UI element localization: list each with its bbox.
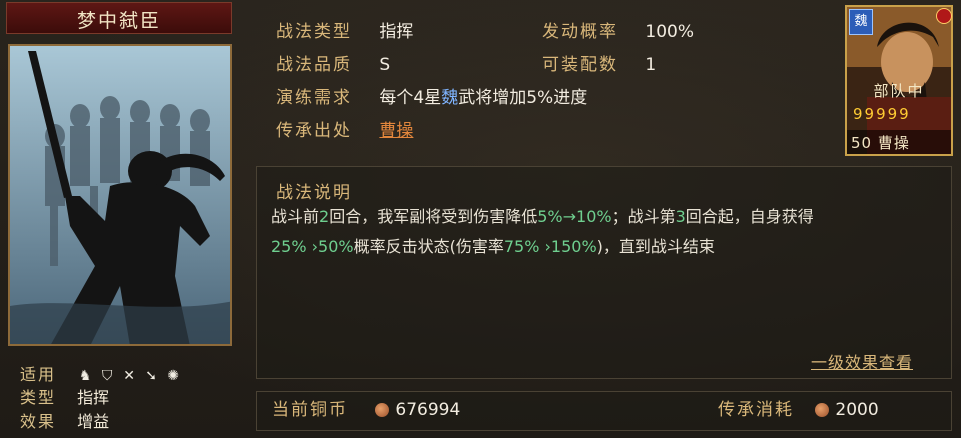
skill-name: 梦中弑臣 [76,10,161,32]
desc-text: 战斗前 [271,207,320,226]
troop-type-icons: ♞ ⛉ ✕ ➘ ✺ [77,368,181,384]
equip-count-value: 1 [645,55,657,75]
desc-text: ；战斗第 [611,207,676,226]
general-level-name: 50 曹操 [851,134,910,152]
desc-text: 回合起，自身获得 [685,207,814,226]
type-label: 类型 [20,388,57,407]
type-row: 类型 指挥 [20,387,109,409]
skill-title-banner: 梦中弑臣 [6,2,232,34]
trigger-rate-label: 发动概率 [542,22,618,42]
faction-wei-text: 魏 [441,88,459,108]
faction-badge: 魏 [849,9,873,35]
equip-count-label: 可装配数 [542,55,618,75]
cavalry-icon: ♞ [78,367,92,384]
effect-value: 增益 [77,412,110,431]
desc-text: 概率反击状态(伤害率 [353,237,504,256]
skill-kind-label: 战法类型 [276,22,352,42]
skill-quality-value: S [379,55,391,75]
copper-coin-icon [375,403,390,417]
desc-highlight: 75% ›150% [503,237,597,256]
training-requirement-label: 演练需求 [276,88,352,108]
training-requirement-suffix: 武将增加5%进度 [458,88,588,108]
inheritance-source-row: 传承出处 曹操 [276,119,413,143]
trigger-rate-row: 发动概率 100% [542,20,694,44]
description-line-2: 25% ›50%概率反击状态(伤害率75% ›150%)，直到战斗结束 [271,235,715,259]
description-line-1: 战斗前2回合，我军副将受到伤害降低5%→10%；战斗第3回合起，自身获得 [271,205,814,229]
current-coins-value: 676994 [395,400,461,420]
bow-icon: ✕ [123,367,135,384]
desc-highlight: 5%→10% [537,207,612,226]
desc-highlight: 3 [675,207,686,226]
inheritance-source-link[interactable]: 曹操 [379,121,413,141]
copper-coin-icon [815,403,830,417]
effect-row: 效果 增益 [20,411,109,433]
seal-icon [936,8,952,24]
skill-description-panel [256,166,952,379]
siege-icon: ✺ [167,367,179,384]
suitable-label: 适用 [20,365,57,384]
skill-description-title: 战法说明 [276,183,352,203]
type-value: 指挥 [77,388,110,407]
skill-quality-row: 战法品质 S [276,53,390,77]
inheritance-source-label: 传承出处 [276,121,352,141]
trigger-rate-value: 100% [645,22,695,42]
skill-kind-row: 战法类型 指挥 [276,20,413,44]
training-requirement-row: 演练需求 每个4星魏武将增加5%进度 [276,86,587,110]
desc-highlight: 25% ›50% [271,237,354,256]
spear-icon: ➘ [145,367,157,384]
general-name-bar: 50 曹操 [847,130,951,154]
inheritance-cost-label: 传承消耗 [718,400,794,420]
suitable-row: 适用 ♞ ⛉ ✕ ➘ ✺ [20,364,181,386]
effect-label: 效果 [20,412,57,431]
inheritance-cost-row: 传承消耗 2000 [718,398,879,422]
level-one-effect-link[interactable]: 一级效果查看 [811,349,913,373]
skill-kind-value: 指挥 [379,22,414,42]
current-coins-row: 当前铜币 676994 [272,398,460,422]
skill-art-card [8,44,232,346]
warrior-silhouette-art [10,46,230,344]
equip-count-row: 可装配数 1 [542,53,656,77]
training-requirement-prefix: 每个4星 [379,88,442,108]
shield-icon: ⛉ [101,367,113,384]
unit-status-label: 部队中 [873,82,925,100]
desc-text: 回合，我军副将受到伤害降低 [329,207,538,226]
inheritance-cost-value: 2000 [835,400,879,420]
desc-text: )，直到战斗结束 [596,237,715,256]
skill-quality-label: 战法品质 [276,55,352,75]
current-coins-label: 当前铜币 [272,400,348,420]
star-rating: 99999 [853,105,911,123]
desc-highlight: 2 [319,207,330,226]
